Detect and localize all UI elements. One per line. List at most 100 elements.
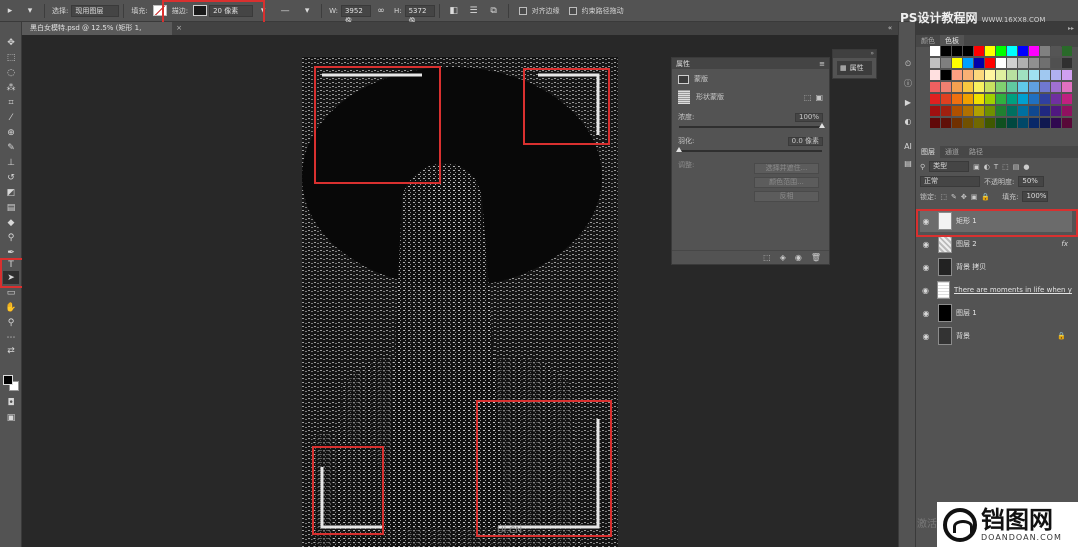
lock-artboard-icon[interactable]: ▣ xyxy=(971,193,978,201)
lasso-tool-icon[interactable]: ◌ xyxy=(3,66,19,79)
color-swatch[interactable] xyxy=(1051,70,1061,80)
color-swatch[interactable] xyxy=(963,46,973,56)
history-icon[interactable]: ⏲ xyxy=(902,58,914,70)
tab-layers[interactable]: 图层 xyxy=(916,146,940,158)
color-swatch[interactable] xyxy=(930,118,940,128)
more-tools-icon[interactable]: ⋯ xyxy=(3,331,19,344)
marquee-tool-icon[interactable]: ⬚ xyxy=(3,51,19,64)
path-selection-tool-icon[interactable]: ▸ xyxy=(3,4,17,17)
history-brush-tool-icon[interactable]: ↺ xyxy=(3,171,19,184)
filter-kind-dropdown[interactable]: 类型 xyxy=(929,161,970,172)
filter-smart-icon[interactable]: ▤ xyxy=(1013,163,1020,171)
color-swatch[interactable] xyxy=(1062,106,1072,116)
path-arrangement-icon[interactable]: ⧉ xyxy=(487,4,501,17)
layer-row[interactable]: ◉ 背景 🔒 xyxy=(920,325,1072,347)
color-swatch[interactable] xyxy=(1062,82,1072,92)
filter-pixel-icon[interactable]: ▣ xyxy=(973,163,980,171)
color-swatch[interactable] xyxy=(1040,94,1050,104)
density-field[interactable]: 100% xyxy=(794,112,823,122)
color-swatch[interactable] xyxy=(996,94,1006,104)
tab-channels[interactable]: 通道 xyxy=(940,146,964,158)
color-swatch[interactable] xyxy=(941,46,951,56)
color-swatch[interactable] xyxy=(1029,58,1039,68)
info-icon[interactable]: ⓘ xyxy=(902,77,914,89)
color-swatch[interactable] xyxy=(996,58,1006,68)
color-swatch[interactable] xyxy=(974,106,984,116)
color-swatch[interactable] xyxy=(1007,58,1017,68)
color-swatch[interactable] xyxy=(941,82,951,92)
layer-row[interactable]: ◉ 图层 1 xyxy=(920,302,1072,324)
align-edges-checkbox[interactable] xyxy=(518,6,527,15)
color-swatch[interactable] xyxy=(974,118,984,128)
color-swatch[interactable] xyxy=(952,94,962,104)
eye-icon[interactable]: ◉ xyxy=(920,309,932,318)
density-slider-handle[interactable] xyxy=(819,123,825,128)
lock-position-icon[interactable]: ✥ xyxy=(961,193,967,201)
color-swatch[interactable] xyxy=(1029,70,1039,80)
filter-type-icon[interactable]: T xyxy=(994,163,998,171)
color-swatch[interactable] xyxy=(1040,58,1050,68)
color-swatch[interactable] xyxy=(974,94,984,104)
color-swatch[interactable] xyxy=(1007,70,1017,80)
fill-field[interactable]: 100% xyxy=(1022,191,1049,202)
color-swatch[interactable] xyxy=(996,106,1006,116)
mask-icon[interactable] xyxy=(678,74,689,84)
hand-tool-icon[interactable]: ✋ xyxy=(3,301,19,314)
color-swatch[interactable] xyxy=(1062,118,1072,128)
blend-mode-dropdown[interactable]: 正常 xyxy=(920,176,980,187)
panel-collapse-icon[interactable]: « xyxy=(884,22,896,35)
color-swatch[interactable] xyxy=(1051,46,1061,56)
lock-all-icon[interactable]: 🔒 xyxy=(981,193,990,201)
apply-mask-icon[interactable]: ◈ xyxy=(780,253,786,262)
color-swatch[interactable] xyxy=(1018,58,1028,68)
lock-paint-icon[interactable]: ✎ xyxy=(951,193,957,201)
color-swatch[interactable] xyxy=(1029,46,1039,56)
zoom-tool-icon[interactable]: ⚲ xyxy=(3,316,19,329)
filter-shape-icon[interactable]: ⬚ xyxy=(1002,163,1009,171)
lock-pixels-icon[interactable]: ⬚ xyxy=(940,193,947,201)
properties-button[interactable]: ▦ 属性 xyxy=(837,61,872,75)
color-swatch[interactable] xyxy=(985,106,995,116)
color-swatch[interactable] xyxy=(1051,94,1061,104)
eyedropper-tool-icon[interactable]: ⁄ xyxy=(3,111,19,124)
select-dropdown[interactable]: 现用图层 xyxy=(71,4,120,17)
color-swatch[interactable] xyxy=(930,106,940,116)
dodge-tool-icon[interactable]: ⚲ xyxy=(3,231,19,244)
color-swatch[interactable] xyxy=(996,118,1006,128)
layer-row[interactable]: ◉ 背景 拷贝 xyxy=(920,256,1072,278)
foreground-color-swatch[interactable] xyxy=(3,375,13,385)
color-swatch[interactable] xyxy=(1040,82,1050,92)
eye-icon[interactable]: ◉ xyxy=(795,253,802,262)
color-swatch[interactable] xyxy=(952,118,962,128)
panel-menu-icon[interactable]: ≡ xyxy=(819,60,825,68)
color-swatch[interactable] xyxy=(985,82,995,92)
move-tool-icon[interactable]: ✥ xyxy=(3,36,19,49)
color-swatch[interactable] xyxy=(1018,46,1028,56)
color-swatch[interactable] xyxy=(1040,106,1050,116)
color-swatch[interactable] xyxy=(985,118,995,128)
color-swatch[interactable] xyxy=(1051,118,1061,128)
eye-icon[interactable]: ◉ xyxy=(920,240,932,249)
close-icon[interactable]: × xyxy=(172,22,186,35)
healing-brush-tool-icon[interactable]: ⊕ xyxy=(3,126,19,139)
color-swatch[interactable] xyxy=(930,58,940,68)
color-swatch[interactable] xyxy=(1051,82,1061,92)
gradient-tool-icon[interactable]: ▤ xyxy=(3,201,19,214)
color-swatch[interactable] xyxy=(1029,82,1039,92)
color-swatch[interactable] xyxy=(930,46,940,56)
filter-adjust-icon[interactable]: ◐ xyxy=(984,163,990,171)
swap-colors-icon[interactable]: ⇄ xyxy=(3,344,19,357)
collapse-icon[interactable]: ▸▸ xyxy=(1068,22,1074,35)
color-swatch[interactable] xyxy=(1007,46,1017,56)
color-swatch[interactable] xyxy=(1040,46,1050,56)
color-swatch[interactable] xyxy=(1007,82,1017,92)
color-swatch[interactable] xyxy=(1029,94,1039,104)
color-swatch[interactable] xyxy=(985,46,995,56)
color-swatch[interactable] xyxy=(1062,58,1072,68)
expand-panels-icon[interactable]: » xyxy=(833,50,876,58)
fx-icon[interactable]: fx xyxy=(1061,240,1068,248)
stamp-tool-icon[interactable]: ⊥ xyxy=(3,156,19,169)
feather-slider[interactable] xyxy=(676,147,822,152)
filter-toggle-icon[interactable]: ● xyxy=(1023,163,1029,171)
width-field[interactable]: 3952 像 xyxy=(340,4,371,25)
